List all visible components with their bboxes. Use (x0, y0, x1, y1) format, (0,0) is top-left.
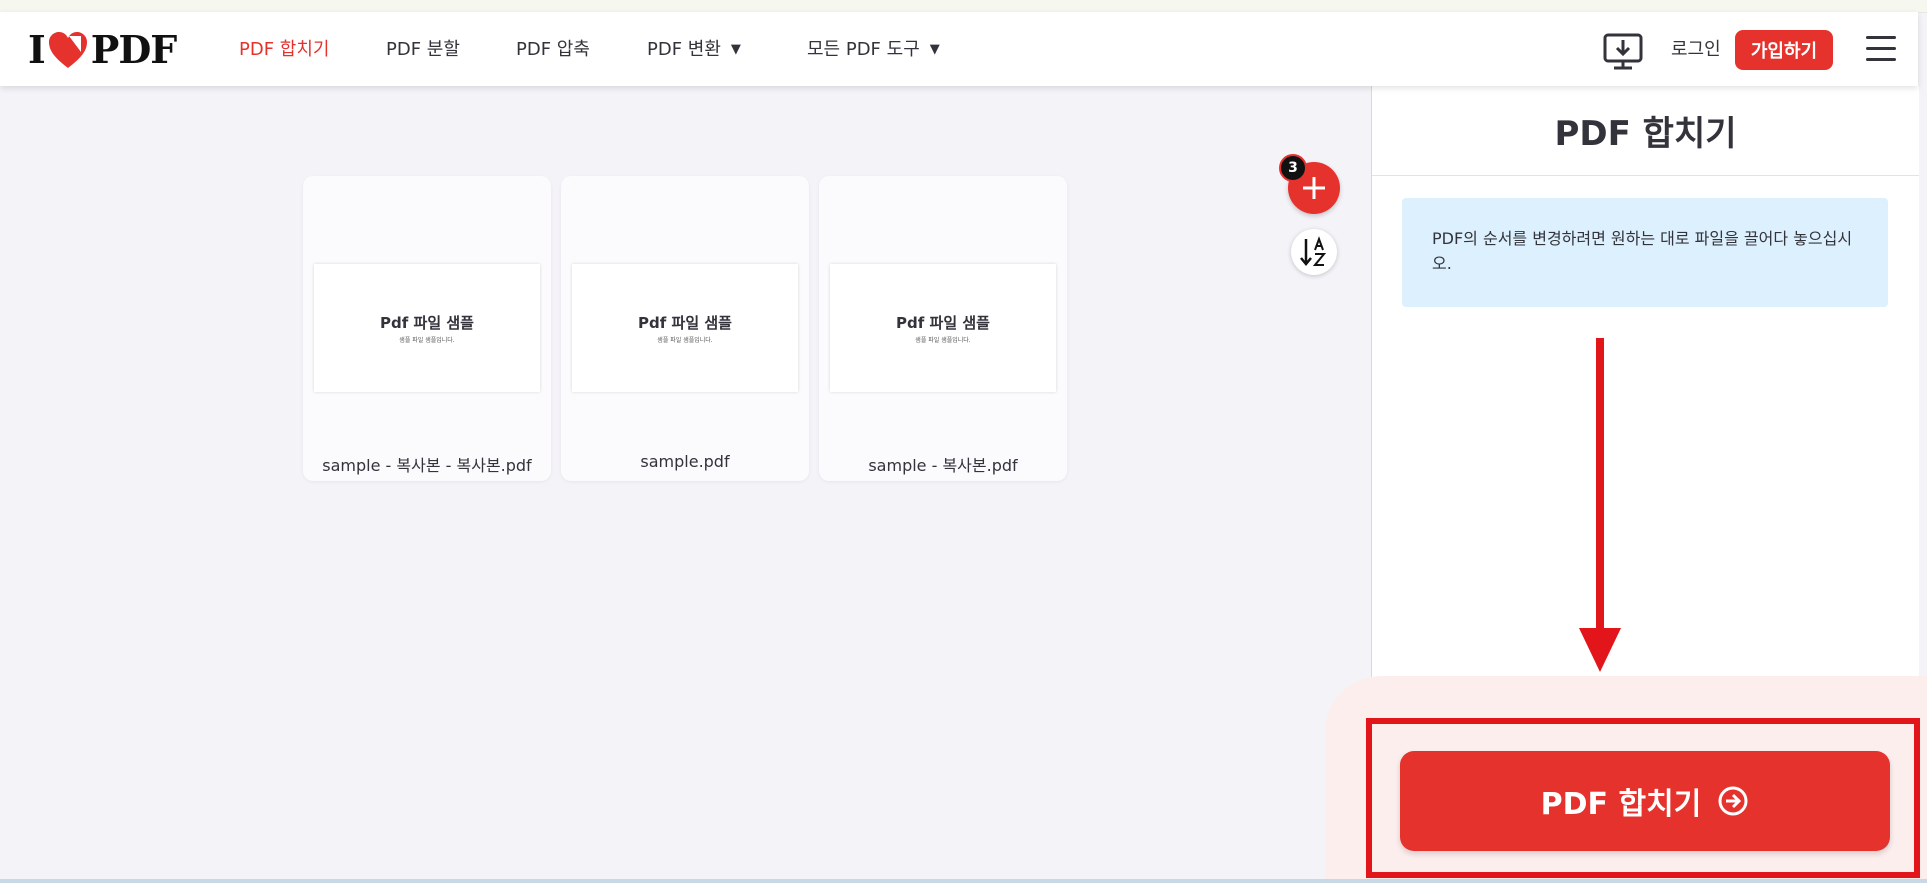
file-name: sample - 복사본.pdf (868, 456, 1018, 475)
sort-az-button[interactable] (1291, 229, 1337, 275)
nav-compress-pdf[interactable]: PDF 압축 (516, 36, 590, 64)
nav-all-tools[interactable]: 모든 PDF 도구 ▼ (807, 36, 940, 64)
arrow-circle-right-icon (1718, 786, 1748, 816)
ilovepdf-logo[interactable]: I PDF (28, 27, 178, 72)
nav-convert-label: PDF 변환 (647, 39, 721, 60)
chevron-down-icon: ▼ (730, 42, 741, 57)
signup-button[interactable]: 가입하기 (1735, 30, 1833, 70)
annotation-arrow-down-icon (1579, 338, 1621, 672)
merge-button-label: PDF 합치기 (1540, 787, 1702, 822)
file-thumbnail: Pdf 파일 샘플 샘플 파일 샘플입니다. (830, 264, 1056, 392)
file-name: sample.pdf (640, 452, 730, 471)
site-header: I PDF PDF 합치기 PDF 분할 PDF 압축 PDF 변환 ▼ 모든 P… (0, 12, 1918, 86)
nav-convert-pdf[interactable]: PDF 변환 ▼ (647, 36, 741, 64)
menu-line (1866, 47, 1896, 50)
file-count-badge: 3 (1279, 154, 1307, 182)
nav-merge-pdf[interactable]: PDF 합치기 (239, 36, 329, 64)
heart-icon (48, 32, 87, 68)
menu-icon[interactable] (1866, 36, 1896, 64)
menu-line (1866, 36, 1896, 39)
thumbnail-title: Pdf 파일 샘플 (896, 314, 990, 332)
sort-az-icon (1300, 236, 1327, 266)
file-card[interactable]: Pdf 파일 샘플 샘플 파일 샘플입니다. sample.pdf (561, 176, 809, 481)
sidebar-title: PDF 합치기 (1372, 86, 1919, 176)
file-card[interactable]: Pdf 파일 샘플 샘플 파일 샘플입니다. sample - 복사본.pdf (819, 176, 1067, 481)
desktop-download-icon[interactable] (1602, 32, 1644, 72)
merge-pdf-button[interactable]: PDF 합치기 (1400, 751, 1890, 851)
file-thumbnail: Pdf 파일 샘플 샘플 파일 샘플입니다. (314, 264, 540, 392)
logo-word-pdf: PDF (90, 27, 178, 72)
thumbnail-title: Pdf 파일 샘플 (380, 314, 474, 332)
file-thumbnail: Pdf 파일 샘플 샘플 파일 샘플입니다. (572, 264, 798, 392)
chevron-down-icon: ▼ (929, 42, 940, 57)
info-message: PDF의 순서를 변경하려면 원하는 대로 파일을 끌어다 놓으십시오. (1402, 198, 1888, 307)
thumbnail-subtitle: 샘플 파일 샘플입니다. (657, 337, 713, 344)
window-bottom-edge (0, 879, 1927, 883)
file-name: sample - 복사본 - 복사본.pdf (322, 456, 532, 475)
file-card[interactable]: Pdf 파일 샘플 샘플 파일 샘플입니다. sample - 복사본 - 복사… (303, 176, 551, 481)
thumbnail-subtitle: 샘플 파일 샘플입니다. (915, 337, 971, 344)
logo-letter-i: I (28, 27, 46, 72)
menu-line (1866, 58, 1896, 61)
thumbnail-subtitle: 샘플 파일 샘플입니다. (399, 337, 455, 344)
nav-all-tools-label: 모든 PDF 도구 (807, 39, 920, 60)
login-link[interactable]: 로그인 (1671, 36, 1721, 64)
thumbnail-title: Pdf 파일 샘플 (638, 314, 732, 332)
nav-split-pdf[interactable]: PDF 분할 (386, 36, 460, 64)
plus-icon (1303, 177, 1325, 199)
